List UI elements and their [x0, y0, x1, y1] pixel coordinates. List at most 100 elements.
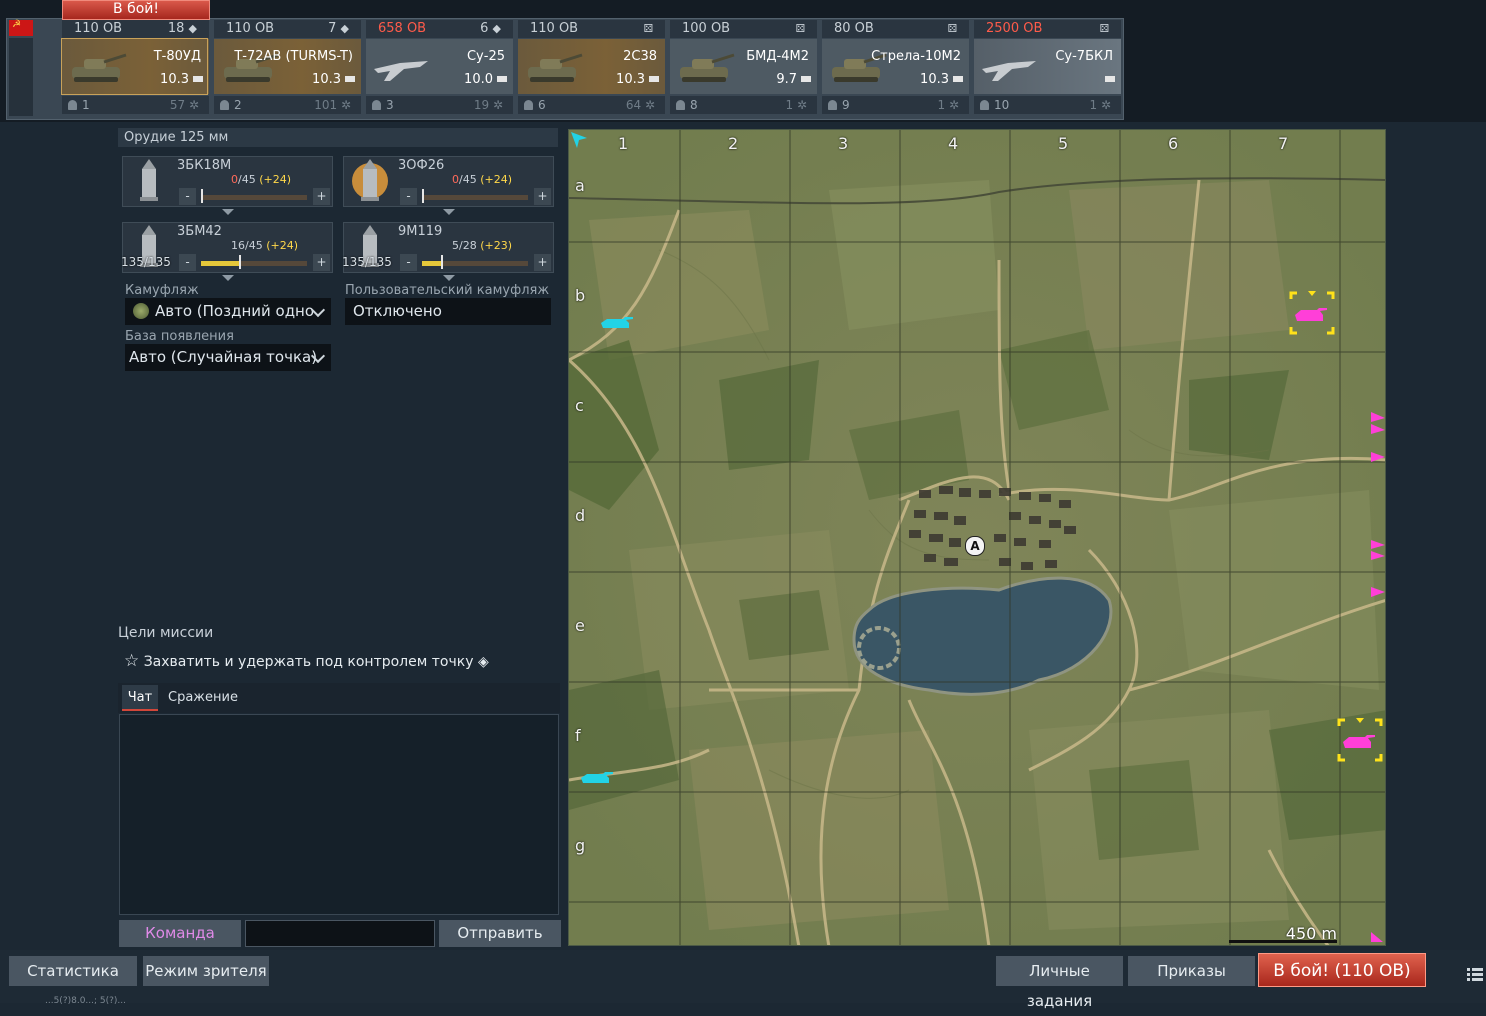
vehicle-card[interactable]: Су-25 10.0	[366, 39, 513, 94]
ammo-card[interactable]: 9М119 5/28 (+23) - +135/135	[342, 222, 554, 273]
ally-tank-icon[interactable]	[599, 315, 635, 331]
enemy-target-marker[interactable]	[1337, 718, 1383, 764]
enemy-edge-arrow-icon	[1371, 540, 1385, 560]
to-battle-button[interactable]: В бой! (110 ОВ)	[1258, 953, 1426, 987]
gear-icon: ✲	[644, 98, 655, 112]
spectator-mode-button[interactable]: Режим зрителя	[143, 956, 269, 986]
crew-icon	[372, 100, 381, 110]
grid-row-label: f	[575, 726, 581, 745]
increase-ammo-button[interactable]: +	[313, 254, 330, 271]
crew-level: 64 ✲	[625, 98, 655, 112]
ammo-stack-icon: ◆	[188, 22, 197, 35]
he-shell-icon	[352, 159, 388, 201]
objective-text: Захватить и удержать под контролем точку	[143, 654, 474, 670]
ammo-slider[interactable]	[422, 189, 528, 203]
expand-arrow-icon[interactable]	[222, 209, 234, 215]
custom-camo-field[interactable]: Отключено	[345, 298, 551, 325]
ammo-slider[interactable]	[201, 255, 307, 269]
vehicle-br: 10.3	[920, 72, 949, 87]
dice-icon: ⚄	[795, 22, 805, 35]
orders-button[interactable]: Приказы	[1128, 956, 1255, 986]
grid-row-label: b	[575, 286, 586, 305]
ammo-count: 0/45 (+24)	[231, 173, 291, 186]
vehicle-slot[interactable]: 110 ОВ 7 ◆ Т-72АВ (TURMS-T) 10.3 2 101 ✲	[214, 20, 361, 116]
expand-arrow-icon[interactable]	[443, 209, 455, 215]
backup-count: ⚄	[1099, 21, 1109, 36]
tab-chat[interactable]: Чат	[122, 685, 158, 711]
spawn-cost: 80 ОВ	[834, 21, 874, 36]
dice-icon: ⚄	[1099, 22, 1109, 35]
crew-level: 1 ✲	[785, 98, 807, 112]
decrease-ammo-button[interactable]: -	[179, 254, 196, 271]
increase-ammo-button[interactable]: +	[534, 188, 551, 205]
vehicle-type-icon	[345, 76, 355, 82]
ammo-card[interactable]: 3БМ42 16/45 (+24) - +135/135	[121, 222, 333, 273]
decrease-ammo-button[interactable]: -	[179, 188, 196, 205]
vehicle-slot[interactable]: 110 ОВ 18 ◆ Т-80УД 10.3 1 57 ✲	[61, 20, 209, 116]
ammo-slider[interactable]	[201, 189, 307, 203]
chat-log[interactable]	[119, 714, 559, 915]
enemy-target-marker[interactable]	[1289, 291, 1335, 337]
crew-icon	[828, 100, 837, 110]
capture-point-marker[interactable]: A	[965, 536, 985, 556]
ammo-count: 5/28 (+23)	[452, 239, 512, 252]
statistics-button[interactable]: Статистика	[9, 956, 137, 986]
vehicle-card[interactable]: 2С38 10.3	[518, 39, 665, 94]
vehicle-thumbnail-icon	[528, 53, 583, 82]
slot-header: 100 ОВ ⚄	[670, 20, 817, 38]
ammo-stock: 135/135	[342, 255, 392, 269]
ammo-slider[interactable]	[422, 255, 528, 269]
personal-tasks-button[interactable]: Личные задания	[996, 956, 1123, 1010]
vehicle-slot[interactable]: 2500 ОВ ⚄ Су-7БКЛ 10 1 ✲	[974, 20, 1121, 116]
increase-ammo-button[interactable]: +	[313, 188, 330, 205]
ammo-count: 0/45 (+24)	[452, 173, 512, 186]
vehicle-slot[interactable]: 658 ОВ 6 ◆ Су-25 10.0 3 19 ✲	[366, 20, 513, 116]
tab-battle[interactable]: Сражение	[168, 685, 238, 711]
expand-arrow-icon[interactable]	[222, 275, 234, 281]
enemy-edge-arrow-icon	[1371, 452, 1385, 462]
team-channel-button[interactable]: Команда	[119, 920, 241, 947]
dice-icon: ⚄	[643, 22, 653, 35]
top-battle-button[interactable]: В бой!	[62, 0, 210, 20]
send-button[interactable]: Отправить	[439, 920, 561, 947]
vehicle-slot[interactable]: 80 ОВ ⚄ Стрела-10М2 10.3 9 1 ✲	[822, 20, 969, 116]
crew-icon	[980, 100, 989, 110]
spawn-label: База появления	[125, 329, 234, 344]
ammo-slider-handle[interactable]	[201, 189, 203, 203]
vehicle-card[interactable]: Су-7БКЛ	[974, 39, 1121, 94]
vehicle-card[interactable]: БМД-4М2 9.7	[670, 39, 817, 94]
crew-level: 1 ✲	[1089, 98, 1111, 112]
decrease-ammo-button[interactable]: -	[400, 254, 417, 271]
decrease-ammo-button[interactable]: -	[400, 188, 417, 205]
vehicle-slot[interactable]: 100 ОВ ⚄ БМД-4М2 9.7 8 1 ✲	[670, 20, 817, 116]
expand-arrow-icon[interactable]	[443, 275, 455, 281]
ammo-card[interactable]: 3БК18М 0/45 (+24) - +	[122, 156, 333, 207]
spawn-dropdown[interactable]: Авто (Случайная точка)	[125, 344, 331, 371]
gear-icon: ✲	[188, 98, 199, 112]
vehicle-card[interactable]: Стрела-10М2 10.3	[822, 39, 969, 94]
vehicle-slot[interactable]: 110 ОВ ⚄ 2С38 10.3 6 64 ✲	[518, 20, 665, 116]
ally-tank-icon[interactable]	[579, 770, 615, 786]
chat-input[interactable]	[245, 920, 435, 947]
crew-number: 10	[994, 98, 1010, 112]
vehicle-br: 10.3	[312, 72, 341, 87]
increase-ammo-button[interactable]: +	[534, 254, 551, 271]
gear-icon: ✲	[796, 98, 807, 112]
ammo-slider-handle[interactable]	[239, 255, 241, 269]
menu-list-icon[interactable]	[1467, 966, 1483, 982]
camo-dropdown[interactable]: Авто (Поздний одно	[125, 298, 331, 325]
tactical-map[interactable]: 1 2 3 4 5 6 7 a b c d e f g A 450 m	[568, 129, 1386, 946]
crew-number: 2	[234, 98, 242, 112]
crew-number: 3	[386, 98, 394, 112]
grid-row-label: a	[575, 176, 585, 195]
grid-col-label: 4	[948, 134, 959, 153]
vehicle-name: Т-72АВ (TURMS-T)	[234, 49, 353, 64]
capture-point-icon: ◈	[477, 654, 489, 670]
ammo-slider-handle[interactable]	[422, 189, 424, 203]
enemy-edge-arrow-icon	[1371, 587, 1385, 597]
ammo-card[interactable]: 3ОФ26 0/45 (+24) - +	[343, 156, 554, 207]
vehicle-card[interactable]: Т-72АВ (TURMS-T) 10.3	[214, 39, 361, 94]
ammo-slider-handle[interactable]	[441, 255, 443, 269]
crew-number: 9	[842, 98, 850, 112]
slot-header: 110 ОВ 7 ◆	[214, 20, 361, 38]
